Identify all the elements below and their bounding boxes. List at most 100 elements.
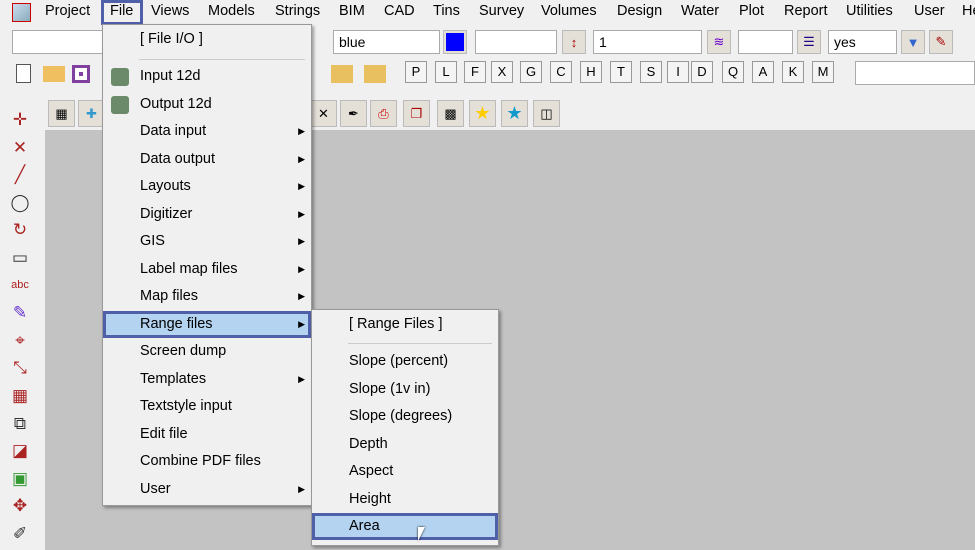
name-input[interactable] (12, 30, 112, 54)
linestyle-icon[interactable]: ≋ (707, 30, 731, 54)
menu-user[interactable]: User (914, 3, 945, 19)
file-menu-item-map-files[interactable]: Map files ▶ (103, 283, 311, 310)
menu-survey[interactable]: Survey (479, 3, 524, 19)
menu-report[interactable]: Report (784, 3, 828, 19)
menu-item-label: Textstyle input (140, 398, 232, 414)
filter-button-g[interactable]: G (520, 61, 542, 83)
filter-button-c[interactable]: C (550, 61, 572, 83)
print-icon[interactable]: ⎙ (370, 100, 397, 127)
filter-button-i[interactable]: I (667, 61, 689, 83)
file-menu-item-edit-file[interactable]: Edit file (103, 421, 311, 448)
menu-bim[interactable]: BIM (339, 3, 365, 19)
add-icon[interactable]: ✚ (78, 100, 105, 127)
menu-help[interactable]: He (962, 3, 975, 19)
dimension-icon[interactable]: ⤡ (5, 354, 35, 382)
menu-strings[interactable]: Strings (275, 3, 320, 19)
filter-button-m[interactable]: M (812, 61, 834, 83)
file-menu-item-data-input[interactable]: Data input ▶ (103, 118, 311, 145)
brush-icon[interactable]: ✒ (340, 100, 367, 127)
file-menu-item-textstyle-input[interactable]: Textstyle input (103, 393, 311, 420)
folder-network-2-icon[interactable] (364, 65, 386, 83)
menu-cad[interactable]: CAD (384, 3, 415, 19)
height-input[interactable]: 1 (593, 30, 702, 54)
filter-button-l[interactable]: L (435, 61, 457, 83)
file-menu-item-gis[interactable]: GIS ▶ (103, 228, 311, 255)
weight-input[interactable] (738, 30, 793, 54)
menu-project[interactable]: Project (45, 3, 90, 19)
file-menu-item-user[interactable]: User ▶ (103, 476, 311, 503)
favourite-star-icon[interactable]: ★ (469, 100, 496, 127)
weight-icon[interactable]: ☰ (797, 30, 821, 54)
colour-swatch-button[interactable] (443, 30, 467, 54)
shape-icon[interactable]: ◪ (5, 437, 35, 465)
range-menu-item-height[interactable]: Height (312, 486, 498, 513)
image-icon[interactable]: ▣ (5, 465, 35, 493)
range-menu-item-aspect[interactable]: Aspect (312, 458, 498, 485)
command-input[interactable] (855, 61, 975, 85)
save-icon[interactable] (72, 65, 90, 83)
filter-button-a[interactable]: A (752, 61, 774, 83)
point-icon[interactable]: ✛ (5, 106, 35, 134)
move-icon[interactable]: ✥ (5, 492, 35, 520)
menu-plot[interactable]: Plot (739, 3, 764, 19)
range-menu-item-slope-percent[interactable]: Slope (percent) (312, 348, 498, 375)
windows-icon[interactable]: ❐ (403, 100, 430, 127)
menu-design[interactable]: Design (617, 3, 662, 19)
delete-icon[interactable]: ✕ (310, 100, 337, 127)
filter-button-d[interactable]: D (691, 61, 713, 83)
grid-icon[interactable]: ▩ (437, 100, 464, 127)
folder-network-icon[interactable] (331, 65, 353, 83)
file-menu-item-output-12d[interactable]: Output 12d (103, 91, 311, 118)
eyedropper-icon[interactable]: ✎ (929, 30, 953, 54)
filter-button-h[interactable]: H (580, 61, 602, 83)
dropdown-icon[interactable]: ▼ (901, 30, 925, 54)
zoom-window-icon[interactable]: ⧉ (5, 410, 35, 438)
layout-icon[interactable]: ◫ (533, 100, 560, 127)
mouse-cursor-icon (418, 527, 425, 541)
menu-volumes[interactable]: Volumes (541, 3, 597, 19)
filter-button-x[interactable]: X (491, 61, 513, 83)
range-menu-item-depth[interactable]: Depth (312, 431, 498, 458)
file-menu-item-data-output[interactable]: Data output ▶ (103, 146, 311, 173)
filter-button-p[interactable]: P (405, 61, 427, 83)
colour-input[interactable]: blue (333, 30, 440, 54)
filter-button-t[interactable]: T (610, 61, 632, 83)
new-file-icon[interactable] (16, 64, 31, 83)
file-menu-item-range-files[interactable]: Range files ▶ (103, 310, 311, 338)
symbol-icon[interactable]: ⌖ (5, 327, 35, 355)
line-icon[interactable]: ╱ (5, 161, 35, 189)
star-blue-icon[interactable]: ★ (501, 100, 528, 127)
view-icon[interactable]: ▦ (48, 100, 75, 127)
height-icon[interactable]: ↕ (562, 30, 586, 54)
cross-icon[interactable]: ✕ (5, 134, 35, 162)
filter-button-q[interactable]: Q (722, 61, 744, 83)
menu-tins[interactable]: Tins (433, 3, 460, 19)
pen-icon[interactable]: ✎ (5, 299, 35, 327)
range-menu-item-area[interactable]: Area (312, 513, 498, 540)
filter-button-f[interactable]: F (464, 61, 486, 83)
style-input[interactable] (475, 30, 557, 54)
file-menu-item-input-12d[interactable]: Input 12d (103, 63, 311, 90)
menu-utilities[interactable]: Utilities (846, 3, 893, 19)
rectangle-icon[interactable]: ▭ (5, 244, 35, 272)
menu-water[interactable]: Water (681, 3, 719, 19)
range-menu-item-slope-1v-in[interactable]: Slope (1v in) (312, 376, 498, 403)
circle-icon[interactable]: ◯ (5, 189, 35, 217)
edit-icon[interactable]: ✐ (5, 520, 35, 548)
table-icon[interactable]: ▦ (5, 382, 35, 410)
range-menu-item-slope-degrees[interactable]: Slope (degrees) (312, 403, 498, 430)
open-folder-icon[interactable] (43, 66, 65, 82)
flag-input[interactable]: yes (828, 30, 897, 54)
file-menu-item-layouts[interactable]: Layouts ▶ (103, 173, 311, 200)
arc-icon[interactable]: ↻ (5, 216, 35, 244)
menu-models[interactable]: Models (208, 3, 255, 19)
file-menu-item-combine-pdf-files[interactable]: Combine PDF files (103, 448, 311, 475)
text-icon[interactable]: abc (5, 272, 35, 300)
filter-button-k[interactable]: K (782, 61, 804, 83)
file-menu-item-digitizer[interactable]: Digitizer ▶ (103, 201, 311, 228)
menu-views[interactable]: Views (151, 3, 189, 19)
filter-button-s[interactable]: S (640, 61, 662, 83)
file-menu-item-label-map-files[interactable]: Label map files ▶ (103, 256, 311, 283)
file-menu-item-screen-dump[interactable]: Screen dump (103, 338, 311, 365)
file-menu-item-templates[interactable]: Templates ▶ (103, 366, 311, 393)
